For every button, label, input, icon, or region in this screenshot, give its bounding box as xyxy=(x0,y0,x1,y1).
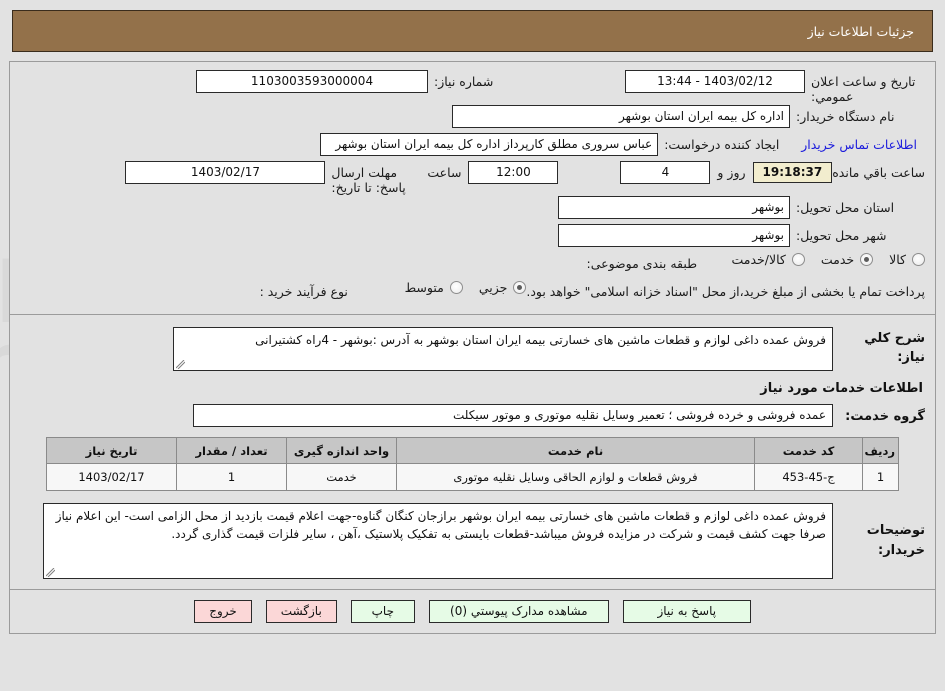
table-header-row: ردیف کد خدمت نام خدمت واحد اندازه گیری ت… xyxy=(46,437,899,464)
cell-unit: خدمت xyxy=(286,463,397,491)
process-radio-icon[interactable] xyxy=(449,281,463,294)
th-name: نام خدمت xyxy=(396,437,755,464)
th-date: تاریخ نیاز xyxy=(46,437,177,464)
deadline-hour-value: 12:00 xyxy=(468,161,559,184)
row-city: شهر محل تحویل: بوشهر xyxy=(20,224,925,251)
footer-action-bar: پاسخ به نیاز مشاهده مدارک پیوستي (0) چاپ با… xyxy=(9,590,936,634)
items-table-wrap: ردیف کد خدمت نام خدمت واحد اندازه گیری ت… xyxy=(20,437,925,503)
need-detail-panel: شرح کلي نیاز: فروش عمده داغی لوازم و قطع… xyxy=(9,314,936,590)
public-announce-label: تاریخ و ساعت اعلان عمومي: xyxy=(811,74,916,104)
cell-qty: 1 xyxy=(176,463,287,491)
resize-grip-icon[interactable] xyxy=(176,360,185,369)
category-option-label: خدمت xyxy=(820,252,855,267)
service-group-label: گروه خدمت: xyxy=(845,408,925,424)
buyer-org-label: نام دستگاه خریدار: xyxy=(796,109,895,124)
category-option-label: کالا/خدمت xyxy=(731,252,786,267)
category-option-2[interactable]: کالا/خدمت xyxy=(731,252,805,267)
buyer-notes-text: فروش عمده داغی لوازم و قطعات ماشین های خ… xyxy=(55,509,826,541)
row-buyer-org: نام دستگاه خریدار: اداره کل بیمه ایران ا… xyxy=(20,105,925,132)
countdown-timer: 19:18:37 xyxy=(752,162,833,183)
th-qty: تعداد / مقدار xyxy=(176,437,287,464)
province-label: استان محل تحویل: xyxy=(796,200,895,215)
payment-note: پرداخت تمام یا بخشی از مبلغ خرید،از محل … xyxy=(526,284,925,299)
city-value: بوشهر xyxy=(558,224,790,247)
row-need-number: تاریخ و ساعت اعلان عمومي: 1403/02/12 - 1… xyxy=(20,70,925,104)
need-desc-label: شرح کلي نیاز: xyxy=(864,331,925,365)
city-label: شهر محل تحویل: xyxy=(796,228,887,243)
category-radio-icon[interactable] xyxy=(791,253,805,266)
footer-button-0[interactable]: پاسخ به نیاز xyxy=(622,600,751,623)
row-creator: اطلاعات تماس خریدار ایجاد کننده درخواست:… xyxy=(20,133,925,160)
process-option-1[interactable]: متوسط xyxy=(405,280,463,295)
row-province: استان محل تحویل: بوشهر xyxy=(20,196,925,223)
service-items-table: ردیف کد خدمت نام خدمت واحد اندازه گیری ت… xyxy=(46,437,899,491)
page-title: جزئیات اطلاعات نیاز xyxy=(807,23,914,39)
services-section-title: اطلاعات خدمات مورد نیاز xyxy=(760,381,923,396)
need-desc-textarea[interactable]: فروش عمده داغی لوازم و قطعات ماشین های خ… xyxy=(173,327,833,371)
deadline-hour-label: ساعت xyxy=(427,165,462,180)
cell-radif: 1 xyxy=(862,463,899,491)
category-radio-icon[interactable] xyxy=(912,253,925,266)
need-summary-panel: تاریخ و ساعت اعلان عمومي: 1403/02/12 - 1… xyxy=(9,61,936,314)
process-option-0[interactable]: جزیي xyxy=(479,280,527,295)
category-label: طبقه بندی موضوعی: xyxy=(586,256,698,271)
th-radif: ردیف xyxy=(862,437,899,464)
need-desc-text: فروش عمده داغی لوازم و قطعات ماشین های خ… xyxy=(255,333,826,347)
buyer-notes-textarea[interactable]: فروش عمده داغی لوازم و قطعات ماشین های خ… xyxy=(43,503,833,579)
footer-button-1[interactable]: مشاهده مدارک پیوستي (0) xyxy=(428,600,609,623)
category-option-1[interactable]: خدمت xyxy=(820,252,874,267)
process-option-label: متوسط xyxy=(404,280,444,295)
need-number-value: 1103003593000004 xyxy=(196,70,428,93)
cell-name: فروش قطعات و لوازم الحاقی وسایل نقلیه مو… xyxy=(396,463,755,491)
cell-date: 1403/02/17 xyxy=(46,463,177,491)
resize-grip-icon[interactable] xyxy=(46,568,55,577)
days-word: روز و xyxy=(717,165,746,180)
buyer-notes-label: توضیحات خریدار: xyxy=(866,523,925,558)
public-announce-value: 1403/02/12 - 13:44 xyxy=(625,70,805,93)
th-code: کد خدمت xyxy=(754,437,863,464)
buyer-org-value: اداره کل بیمه ایران استان بوشهر xyxy=(452,105,790,128)
process-radio-icon[interactable] xyxy=(513,281,527,294)
deadline-label: مهلت ارسال پاسخ: تا تاریخ: xyxy=(331,165,406,195)
cell-code: ج-45-453 xyxy=(754,463,863,491)
footer-button-3[interactable]: بازگشت xyxy=(265,600,337,623)
table-row: 1 ج-45-453 فروش قطعات و لوازم الحاقی وسایل… xyxy=(46,463,899,491)
buyer-contact-link[interactable]: اطلاعات تماس خریدار xyxy=(793,133,925,152)
province-value: بوشهر xyxy=(558,196,790,219)
service-group-value: عمده فروشی و خرده فروشی ؛ تعمیر وسایل نق… xyxy=(193,404,833,427)
remaining-word: ساعت باقي مانده xyxy=(832,165,925,180)
row-category: کالا خدمت کالا/خدمت طبقه بندی موضوعی: xyxy=(20,252,925,279)
window-title-bar: جزئیات اطلاعات نیاز xyxy=(12,10,933,52)
process-radio-group[interactable]: جزیي متوسط xyxy=(389,280,527,295)
creator-label: ایجاد کننده درخواست: xyxy=(664,137,780,152)
category-option-0[interactable]: کالا xyxy=(889,252,925,267)
footer-button-4[interactable]: خروج xyxy=(194,600,252,623)
category-option-label: کالا xyxy=(889,252,906,267)
category-radio-icon[interactable] xyxy=(860,253,874,266)
need-number-label: شماره نیاز: xyxy=(434,74,494,89)
th-unit: واحد اندازه گیری xyxy=(286,437,397,464)
deadline-date-value: 1403/02/17 xyxy=(125,161,326,184)
row-service-group: گروه خدمت: عمده فروشی و خرده فروشی ؛ تعم… xyxy=(20,404,925,427)
category-radio-group[interactable]: کالا خدمت کالا/خدمت xyxy=(715,252,925,267)
creator-value: عباس سروری مطلق کارپرداز اداره کل بیمه ا… xyxy=(320,133,659,156)
process-label: نوع فرآیند خرید : xyxy=(259,284,348,299)
row-deadline: ساعت باقي مانده 19:18:37 روز و 4 12:00 س… xyxy=(20,161,925,195)
deadline-days: 4 xyxy=(620,161,711,184)
row-process: پرداخت تمام یا بخشی از مبلغ خرید،از محل … xyxy=(20,280,925,307)
row-buyer-notes: توضیحات خریدار: فروش عمده داغی لوازم و ق… xyxy=(20,503,925,579)
process-option-label: جزیي xyxy=(478,280,508,295)
row-need-description: شرح کلي نیاز: فروش عمده داغی لوازم و قطع… xyxy=(20,327,925,371)
footer-button-2[interactable]: چاپ xyxy=(350,600,415,623)
